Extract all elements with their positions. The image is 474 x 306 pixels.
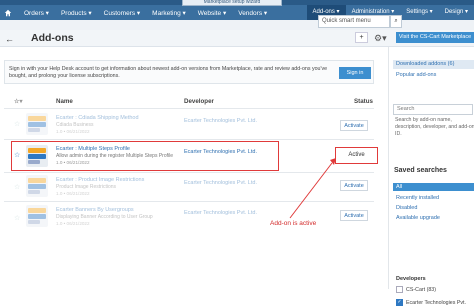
annotation-text: Add-on is active (270, 220, 317, 227)
search-hint: Search by add-on name, description, deve… (395, 117, 474, 137)
developer-checkbox-checked[interactable]: ✓ (396, 299, 403, 306)
sidebar-popular-addons[interactable]: Popular add-ons (396, 72, 436, 78)
saved-searches-title: Saved searches (394, 167, 447, 174)
sidebar-downloaded-addons[interactable]: Downloaded addons (6) (393, 60, 474, 69)
saved-search-disabled[interactable]: Disabled (396, 205, 417, 211)
saved-search-recently-installed[interactable]: Recently installed (396, 195, 439, 201)
saved-search-all[interactable]: All (393, 183, 474, 191)
developer-label: CS-Cart (83) (406, 287, 437, 293)
developer-label: Ecarter Technologies Pvt. (406, 300, 466, 306)
sidebar: Downloaded addons (6) Popular add-ons Se… (388, 47, 474, 306)
developers-title: Developers (396, 276, 426, 282)
saved-search-available-upgrade[interactable]: Available upgrade (396, 215, 440, 221)
developer-checkbox[interactable] (396, 286, 403, 293)
addon-search-input[interactable]: Search (393, 104, 473, 115)
